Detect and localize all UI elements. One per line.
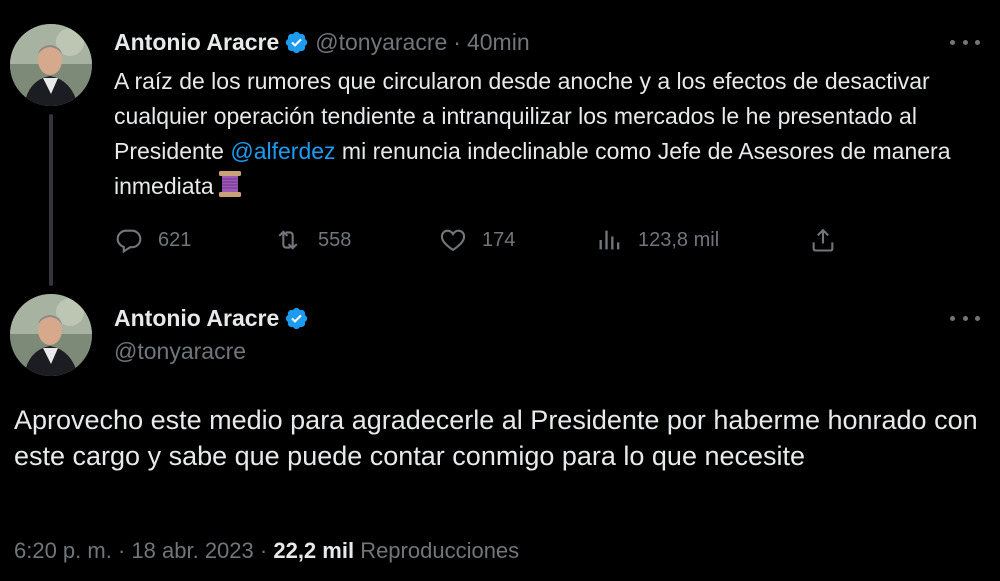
author-handle[interactable]: @tonyaracre bbox=[114, 338, 246, 365]
share-button[interactable] bbox=[808, 226, 838, 254]
tweet-header: Antonio Aracre bbox=[114, 304, 315, 332]
tweet-text: A raíz de los rumores que circularon des… bbox=[114, 64, 986, 204]
mention-link[interactable]: @alferdez bbox=[230, 138, 335, 164]
like-icon bbox=[440, 229, 466, 252]
share-icon bbox=[812, 228, 834, 252]
retweet-count: 558 bbox=[318, 228, 352, 251]
more-icon[interactable] bbox=[950, 30, 980, 54]
tweet-header: Antonio Aracre @tonyaracre · 40min bbox=[114, 28, 530, 56]
like-button[interactable]: 174 bbox=[438, 226, 515, 254]
retweet-button[interactable]: 558 bbox=[272, 226, 351, 254]
separator-dot: · bbox=[453, 29, 461, 55]
views-label: Reproducciones bbox=[360, 538, 520, 563]
verified-badge-icon[interactable] bbox=[284, 30, 309, 55]
thread-connector bbox=[49, 114, 53, 286]
parent-tweet[interactable]: Antonio Aracre @tonyaracre · 40min A raí… bbox=[0, 0, 1000, 290]
separator-dot: · bbox=[259, 538, 268, 563]
views-count[interactable]: 22,2 mil bbox=[273, 538, 354, 563]
author-name[interactable]: Antonio Aracre bbox=[114, 28, 279, 56]
like-count: 174 bbox=[482, 228, 516, 251]
tweet-time[interactable]: 6:20 p. m. bbox=[14, 538, 112, 563]
views-count: 123,8 mil bbox=[638, 228, 720, 251]
retweet-icon bbox=[278, 230, 298, 250]
separator-dot: · bbox=[117, 538, 126, 563]
author-handle[interactable]: @tonyaracre bbox=[315, 28, 447, 56]
tweet-timestamp[interactable]: 40min bbox=[467, 28, 530, 56]
tweet-meta: 6:20 p. m. · 18 abr. 2023 · 22,2 mil Rep… bbox=[14, 538, 519, 564]
reply-count: 621 bbox=[158, 228, 192, 251]
more-icon[interactable] bbox=[950, 306, 980, 330]
tweet-date[interactable]: 18 abr. 2023 bbox=[131, 538, 253, 563]
tweet-text: Aprovecho este medio para agradecerle al… bbox=[14, 405, 978, 471]
verified-badge-icon[interactable] bbox=[284, 306, 309, 331]
views-icon bbox=[599, 230, 620, 250]
author-avatar[interactable] bbox=[10, 24, 92, 106]
author-name[interactable]: Antonio Aracre bbox=[114, 304, 279, 332]
spool-of-thread-emoji-icon bbox=[218, 171, 241, 197]
reply-button[interactable]: 621 bbox=[114, 226, 191, 254]
reply-icon bbox=[116, 229, 142, 254]
views-button[interactable]: 123,8 mil bbox=[596, 226, 719, 254]
author-avatar[interactable] bbox=[10, 294, 92, 376]
